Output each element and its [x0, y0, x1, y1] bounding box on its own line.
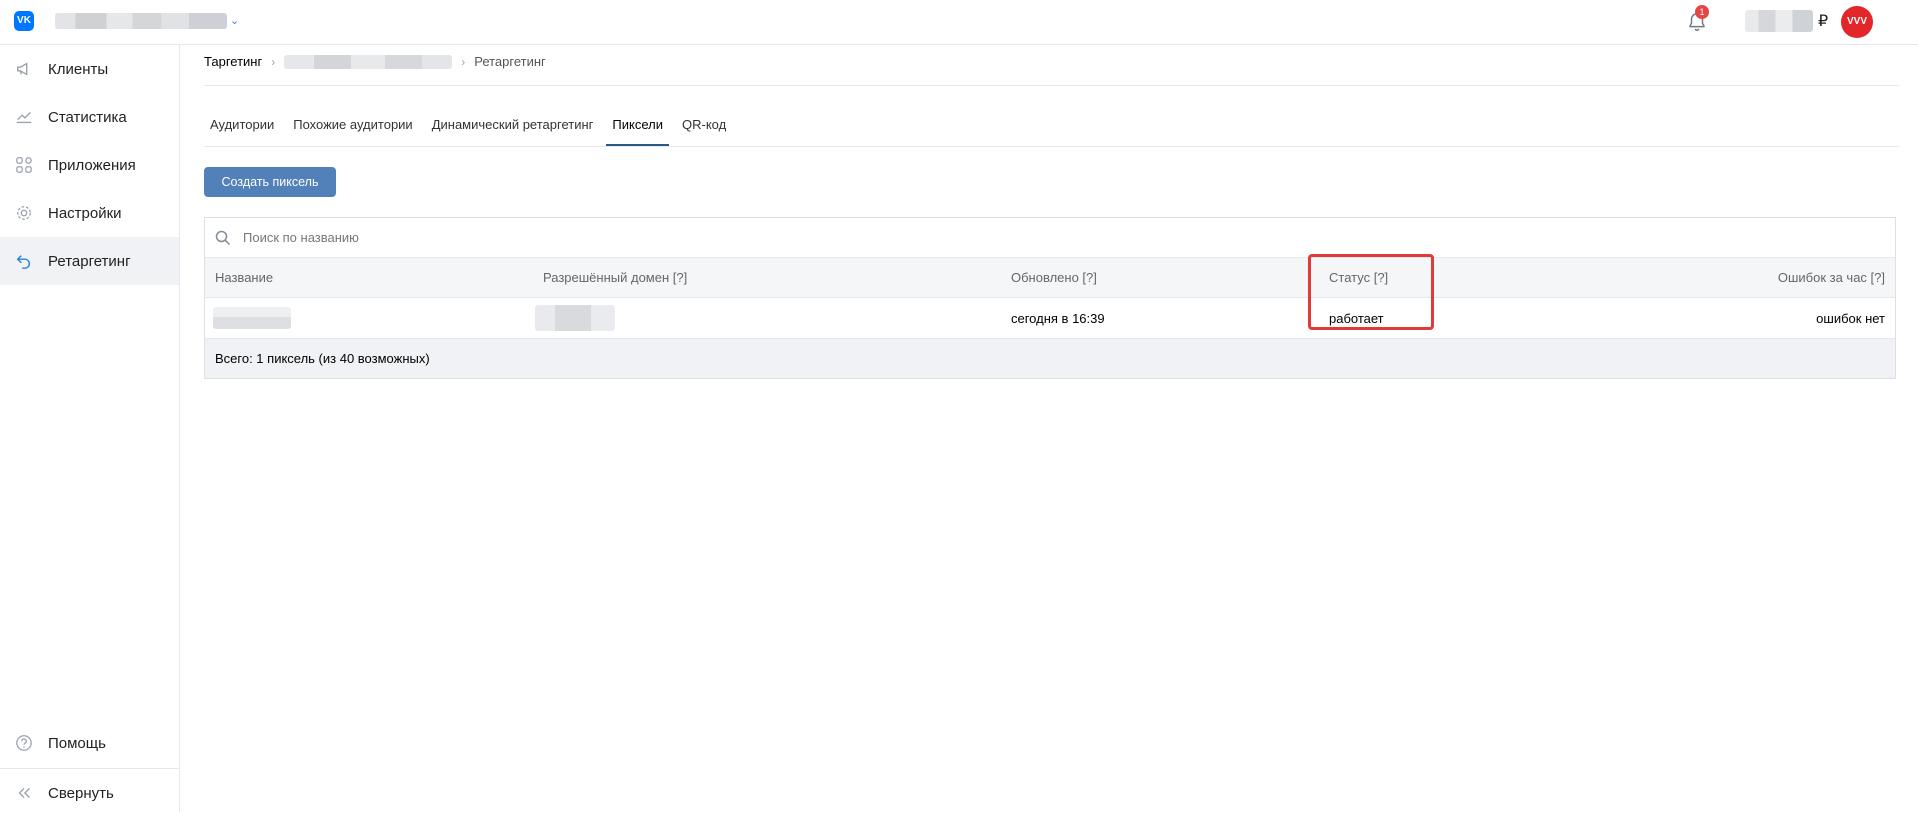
table-row[interactable]: сегодня в 16:39 работает ошибок нет [205, 298, 1895, 339]
megaphone-icon [14, 59, 34, 79]
pixels-table: Название Разрешённый домен [?] Обновлено… [204, 217, 1896, 379]
apps-grid-icon [14, 155, 34, 175]
collapse-sidebar-button[interactable]: Свернуть [0, 769, 179, 817]
tab-audiences[interactable]: Аудитории [204, 110, 280, 146]
sidebar-item-label: Настройки [48, 204, 122, 222]
tab-pixels[interactable]: Пиксели [606, 110, 669, 146]
help-circle-icon [14, 733, 34, 753]
collapse-label: Свернуть [48, 784, 114, 802]
create-pixel-button[interactable]: Создать пиксель [204, 167, 336, 197]
sidebar-item-label: Приложения [48, 156, 136, 174]
chart-line-icon [14, 107, 34, 127]
tabs: Аудитории Похожие аудитории Динамический… [204, 110, 739, 146]
search-bar [205, 218, 1895, 258]
updated-cell: сегодня в 16:39 [1011, 310, 1105, 326]
top-bar: VK ⌄ 1 ₽ VVV [0, 0, 1918, 45]
double-chevron-left-icon [14, 783, 34, 803]
sidebar-item-apps[interactable]: Приложения [0, 141, 179, 189]
pixel-domain-redacted [535, 298, 615, 338]
column-header-updated[interactable]: Обновлено [?] [1011, 258, 1097, 297]
column-header-name[interactable]: Название [215, 258, 273, 297]
gear-icon [14, 203, 34, 223]
sidebar-item-statistics[interactable]: Статистика [0, 93, 179, 141]
sidebar-item-label: Клиенты [48, 60, 109, 78]
help-label: Помощь [48, 734, 106, 752]
currency-symbol: ₽ [1818, 13, 1829, 30]
errors-cell: ошибок нет [1816, 310, 1885, 326]
tab-qr-code[interactable]: QR-код [676, 110, 732, 146]
chevron-right-icon: › [461, 54, 466, 69]
notification-badge: 1 [1695, 5, 1709, 19]
chevron-right-icon: › [271, 54, 276, 69]
tab-lookalike-audiences[interactable]: Похожие аудитории [287, 110, 418, 146]
table-header-row: Название Разрешённый домен [?] Обновлено… [205, 258, 1895, 298]
breadcrumb-retargeting: Ретаргетинг [474, 54, 546, 69]
sidebar-item-clients[interactable]: Клиенты [0, 45, 179, 93]
sidebar-item-help[interactable]: Помощь [0, 719, 179, 767]
breadcrumb: Таргетинг › › Ретаргетинг [204, 54, 546, 69]
sidebar: Клиенты Статистика Приложения Настройки … [0, 45, 180, 812]
status-highlight-box [1308, 254, 1434, 330]
search-icon [215, 230, 231, 245]
tab-dynamic-retargeting[interactable]: Динамический ретаргетинг [426, 110, 600, 146]
sidebar-item-settings[interactable]: Настройки [0, 189, 179, 237]
table-footer: Всего: 1 пиксель (из 40 возможных) [205, 339, 1895, 378]
tabs-divider [204, 146, 1899, 147]
breadcrumb-targeting[interactable]: Таргетинг [204, 54, 262, 69]
breadcrumb-account-redacted[interactable] [284, 54, 453, 69]
search-input[interactable] [241, 229, 845, 246]
vk-logo[interactable]: VK [14, 11, 34, 31]
chevron-down-icon[interactable]: ⌄ [230, 14, 239, 27]
account-name-redacted[interactable] [55, 13, 227, 29]
retarget-icon [14, 251, 34, 271]
pixel-name-redacted[interactable] [213, 298, 291, 338]
column-header-domain[interactable]: Разрешённый домен [?] [543, 258, 687, 297]
sidebar-item-label: Статистика [48, 108, 127, 126]
sidebar-item-retargeting[interactable]: Ретаргетинг [0, 237, 179, 285]
avatar[interactable]: VVV [1841, 6, 1873, 38]
column-header-errors[interactable]: Ошибок за час [?] [1778, 258, 1885, 297]
sidebar-item-label: Ретаргетинг [48, 252, 131, 270]
balance-redacted [1745, 10, 1813, 32]
table-total-count: Всего: 1 пиксель (из 40 возможных) [215, 351, 430, 366]
divider [204, 85, 1899, 86]
